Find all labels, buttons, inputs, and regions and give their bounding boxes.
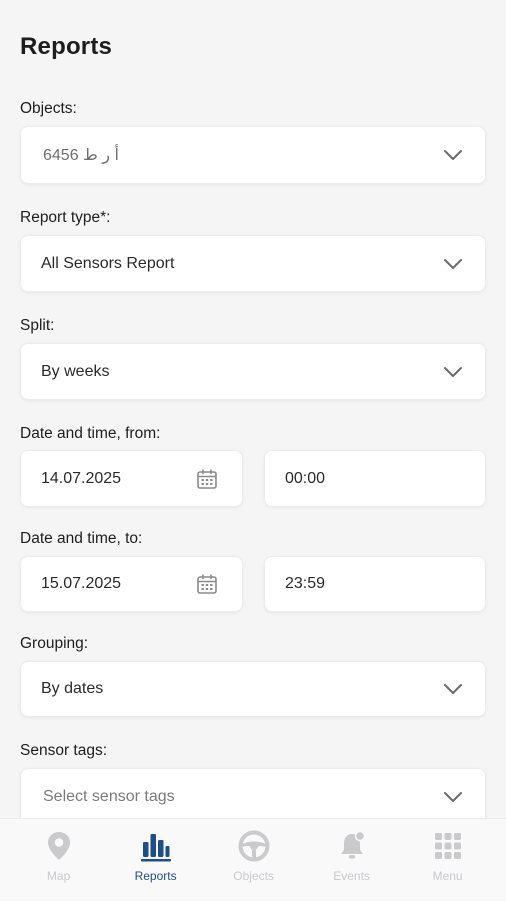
time-to-value: 23:59 bbox=[285, 575, 326, 592]
date-from-label: Date and time, from: bbox=[20, 425, 161, 442]
grouping-value: By dates bbox=[41, 680, 104, 697]
map-pin-icon bbox=[47, 832, 70, 860]
chevron-down-icon bbox=[444, 792, 462, 802]
sensor-tags-label: Sensor tags: bbox=[20, 742, 108, 759]
page-title: Reports bbox=[20, 33, 113, 60]
report-type-select[interactable]: All Sensors Report bbox=[20, 235, 486, 292]
sensor-tags-placeholder: Select sensor tags bbox=[43, 788, 175, 805]
bell-icon bbox=[340, 830, 365, 859]
objects-value: 6456 أ ر ط bbox=[43, 147, 119, 164]
tab-menu[interactable]: Menu bbox=[397, 819, 498, 901]
tab-menu-label: Menu bbox=[432, 869, 463, 883]
split-value: By weeks bbox=[41, 362, 110, 380]
calendar-icon[interactable] bbox=[196, 468, 218, 490]
date-to-label: Date and time, to: bbox=[20, 530, 143, 547]
date-from-value: 14.07.2025 bbox=[41, 469, 122, 487]
tab-events-label: Events bbox=[333, 869, 370, 883]
split-select[interactable]: By weeks bbox=[20, 343, 486, 400]
tab-reports-label: Reports bbox=[134, 869, 177, 883]
grid-icon bbox=[434, 833, 461, 859]
date-to-value: 15.07.2025 bbox=[41, 575, 122, 592]
date-to-input[interactable]: 15.07.2025 bbox=[20, 556, 243, 612]
chevron-down-icon bbox=[444, 258, 462, 269]
tab-objects[interactable]: Objects bbox=[203, 819, 304, 901]
report-type-label: Report type*: bbox=[20, 209, 111, 226]
split-label: Split: bbox=[20, 317, 55, 334]
grouping-select[interactable]: By dates bbox=[20, 661, 486, 717]
time-from-input[interactable]: 00:00 bbox=[264, 450, 486, 507]
tab-objects-label: Objects bbox=[233, 869, 274, 883]
grouping-label: Grouping: bbox=[20, 635, 89, 652]
date-from-input[interactable]: 14.07.2025 bbox=[20, 450, 243, 507]
bar-chart-icon bbox=[140, 834, 171, 862]
steering-wheel-icon bbox=[238, 830, 270, 862]
chevron-down-icon bbox=[444, 150, 462, 160]
tab-map[interactable]: Map bbox=[8, 819, 109, 901]
bottom-tab-bar: Map Reports Objects Events Menu bbox=[0, 818, 506, 900]
calendar-icon[interactable] bbox=[196, 573, 218, 595]
tab-map-label: Map bbox=[46, 869, 71, 883]
time-to-input[interactable]: 23:59 bbox=[264, 556, 486, 612]
tab-reports[interactable]: Reports bbox=[105, 819, 206, 901]
tab-events[interactable]: Events bbox=[301, 819, 402, 901]
reports-screen: Reports Objects: 6456 أ ر ط Report type*… bbox=[0, 0, 506, 900]
chevron-down-icon bbox=[444, 684, 462, 694]
objects-label: Objects: bbox=[20, 100, 77, 117]
time-from-value: 00:00 bbox=[285, 469, 326, 487]
chevron-down-icon bbox=[444, 366, 462, 377]
objects-select[interactable]: 6456 أ ر ط bbox=[20, 126, 486, 184]
report-type-value: All Sensors Report bbox=[41, 254, 175, 272]
